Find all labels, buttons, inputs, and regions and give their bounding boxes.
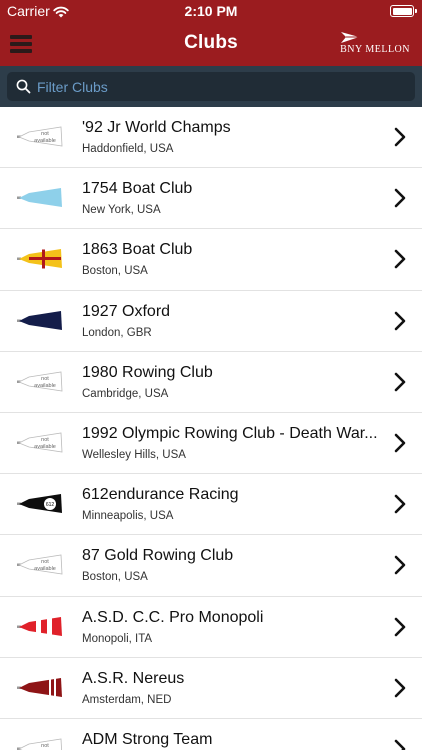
club-name: 1863 Boat Club [82,241,193,259]
svg-text:available: available [34,383,56,389]
club-name: 87 Gold Rowing Club [82,547,234,565]
club-row[interactable]: not available ADM Strong Team [0,718,422,750]
svg-text:available: available [34,444,56,450]
chevron-right-icon [394,188,406,208]
chevron-right-icon [394,494,406,514]
clock-time: 2:10 PM [184,3,238,19]
club-name: 1992 Olympic Rowing Club - Death War... [82,424,378,442]
svg-text:not: not [41,131,49,137]
oar-blade-icon: not available [17,125,63,154]
status-bar: Carrier 2:10 PM [0,0,422,22]
oar-blade-icon [17,186,63,215]
chevron-right-icon [394,127,406,147]
club-row[interactable]: 1863 Boat Club Boston, USA [0,229,422,291]
chevron-right-icon [394,372,406,392]
club-location: Cambridge, USA [82,387,169,400]
oar-blade-icon: not available [17,370,63,399]
battery-icon [390,5,417,17]
brand-logo: BNY MELLON [340,31,410,57]
oar-blade-icon [17,309,63,338]
svg-text:available: available [34,566,56,572]
svg-text:not: not [41,743,49,749]
oar-blade-icon [17,247,63,276]
club-row[interactable]: 1927 Oxford London, GBR [0,290,422,352]
search-icon [16,79,31,94]
club-location: Minneapolis, USA [82,510,174,523]
search-bar [0,66,422,107]
chevron-right-icon [394,311,406,330]
club-location: Boston, USA [82,571,148,584]
svg-text:not: not [41,437,49,443]
club-row[interactable]: not available '92 Jr World Champs Haddon… [0,107,422,169]
club-location: Haddonfield, USA [82,143,174,155]
club-list: not available '92 Jr World Champs Haddon… [0,107,422,750]
club-row[interactable]: 612 612endurance Racing Minneapolis, USA [0,474,422,536]
oar-blade-icon: not available [17,553,63,582]
club-row[interactable]: A.S.R. Nereus Amsterdam, NED [0,657,422,719]
chevron-right-icon [394,250,406,269]
search-field[interactable] [7,72,415,101]
search-input[interactable] [37,72,407,101]
club-location: Wellesley Hills, USA [82,448,186,461]
club-row[interactable]: 1754 Boat Club New York, USA [0,168,422,230]
club-row[interactable]: not available 87 Gold Rowing Club Boston… [0,535,422,597]
svg-text:available: available [34,138,56,144]
chevron-right-icon [394,678,406,697]
chevron-right-icon [394,433,406,453]
club-row[interactable]: not available 1980 Rowing Club Cambridge… [0,351,422,413]
oar-blade-icon [17,676,63,705]
club-name: '92 Jr World Champs [82,119,231,136]
svg-text:612: 612 [46,502,55,508]
club-row[interactable]: not available 1992 Olympic Rowing Club -… [0,412,422,475]
oar-blade-icon: not available [17,431,63,460]
club-name: A.S.R. Nereus [82,669,185,687]
club-name: 612endurance Racing [82,486,239,504]
svg-text:not: not [41,559,49,565]
club-location: London, GBR [82,326,152,339]
club-name: 1754 Boat Club [82,180,193,198]
oar-blade-icon [17,615,63,644]
bny-mellon-arrow-icon [341,32,359,43]
club-name: A.S.D. C.C. Pro Monopoli [82,608,264,626]
club-location: New York, USA [82,204,161,217]
club-location: Amsterdam, NED [82,693,172,706]
navigation-bar: Clubs BNY MELLON [0,22,422,66]
club-name: 1927 Oxford [82,302,171,320]
brand-name: BNY MELLON [340,44,410,55]
club-row[interactable]: A.S.D. C.C. Pro Monopoli Monopoli, ITA [0,596,422,658]
chevron-right-icon [394,617,406,636]
club-location: Monopoli, ITA [82,632,153,645]
club-location: Boston, USA [82,265,148,278]
club-name: ADM Strong Team [82,730,213,748]
club-name: 1980 Rowing Club [82,363,213,381]
chevron-right-icon [394,556,406,575]
oar-blade-icon: 612 [17,492,63,521]
svg-text:not: not [41,376,49,382]
oar-blade-icon: not available [17,737,63,750]
chevron-right-icon [394,739,406,750]
